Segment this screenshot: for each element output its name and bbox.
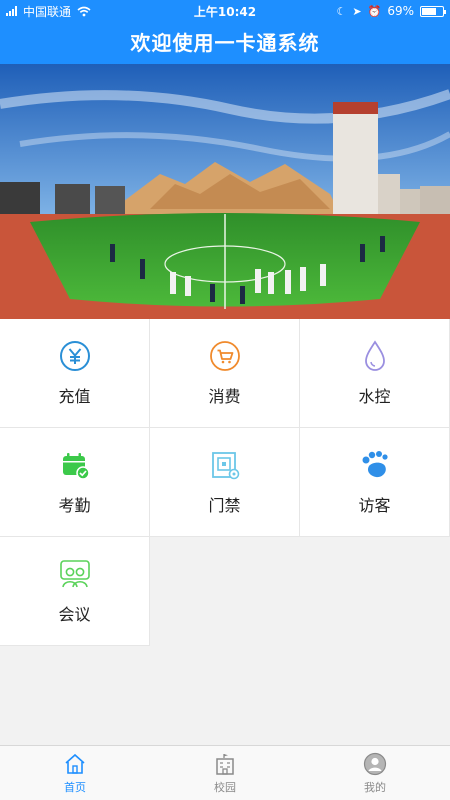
grid-item-label: 门禁 (208, 496, 241, 515)
grid-empty-cell (150, 537, 300, 646)
campus-building-icon (216, 753, 234, 775)
grid-item-label: 考勤 (58, 496, 91, 515)
grid-item-door-access[interactable]: 门禁 (150, 428, 300, 537)
function-grid: 充值 消费 水控 考勤 门禁 访客 会议 (0, 319, 450, 646)
user-profile-icon (363, 752, 387, 775)
calendar-check-icon (62, 453, 90, 480)
water-drop-icon (364, 340, 385, 371)
grid-item-water-control[interactable]: 水控 (300, 319, 450, 428)
bottom-tab-bar: 首页 校园 我的 (0, 745, 450, 800)
carrier-label: 中国联通 (23, 4, 72, 19)
yuan-coin-icon (59, 341, 90, 371)
grid-item-label: 充值 (58, 387, 91, 406)
shopping-cart-icon (209, 341, 240, 371)
grid-item-meeting[interactable]: 会议 (0, 537, 150, 646)
tab-mine[interactable]: 我的 (300, 746, 450, 800)
grid-empty-cell (300, 537, 450, 646)
grid-item-label: 消费 (208, 387, 241, 406)
tab-label: 我的 (364, 780, 386, 794)
battery-icon (420, 5, 446, 17)
page-title: 欢迎使用一卡通系统 (130, 31, 320, 55)
meeting-people-icon (59, 560, 90, 588)
status-bar: 中国联通 上午10:42 ☾ ➤ ⏰ 69% (0, 0, 450, 22)
location-icon: ➤ (352, 4, 362, 18)
grid-item-label: 水控 (358, 387, 391, 406)
tab-label: 首页 (64, 780, 86, 794)
banner-image[interactable] (0, 64, 450, 319)
grid-item-attendance[interactable]: 考勤 (0, 428, 150, 537)
grid-item-visitor[interactable]: 访客 (300, 428, 450, 537)
campus-field-picture (0, 64, 450, 319)
app-header: 中国联通 上午10:42 ☾ ➤ ⏰ 69% 欢迎使用一卡通系统 (0, 0, 450, 64)
grid-item-consume[interactable]: 消费 (150, 319, 300, 428)
footprint-icon (362, 451, 388, 478)
door-access-icon (211, 452, 239, 480)
grid-item-recharge[interactable]: 充值 (0, 319, 150, 428)
wifi-icon (77, 6, 91, 16)
home-icon (65, 753, 85, 774)
grid-item-label: 访客 (358, 496, 391, 515)
signal-icon (6, 6, 17, 16)
battery-percent: 69% (387, 4, 414, 18)
status-time: 上午10:42 (193, 4, 257, 19)
tab-label: 校园 (214, 780, 236, 794)
moon-icon: ☾ (336, 4, 347, 18)
tab-campus[interactable]: 校园 (150, 746, 300, 800)
alarm-icon: ⏰ (367, 4, 382, 18)
grid-item-label: 会议 (58, 605, 91, 624)
tab-home[interactable]: 首页 (0, 746, 150, 800)
